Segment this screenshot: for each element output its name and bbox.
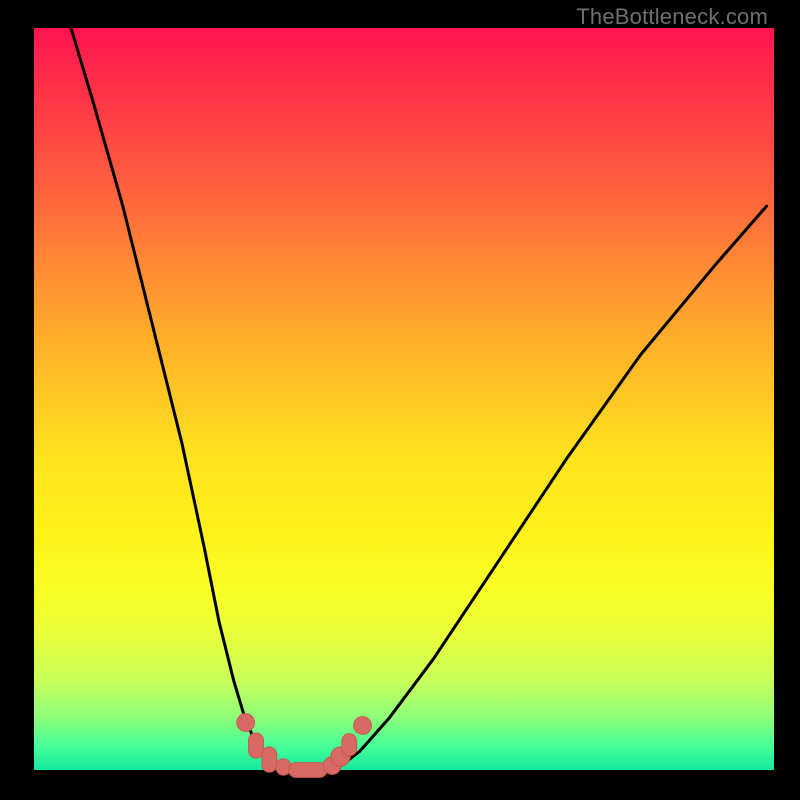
data-marker	[354, 717, 372, 735]
data-marker	[249, 733, 264, 758]
outer-frame: TheBottleneck.com	[0, 0, 800, 800]
data-marker	[289, 763, 327, 778]
data-marker	[237, 714, 255, 732]
chart-svg	[0, 0, 800, 800]
data-marker	[342, 734, 357, 756]
bottleneck-curve	[71, 28, 767, 770]
data-marker	[262, 747, 277, 772]
